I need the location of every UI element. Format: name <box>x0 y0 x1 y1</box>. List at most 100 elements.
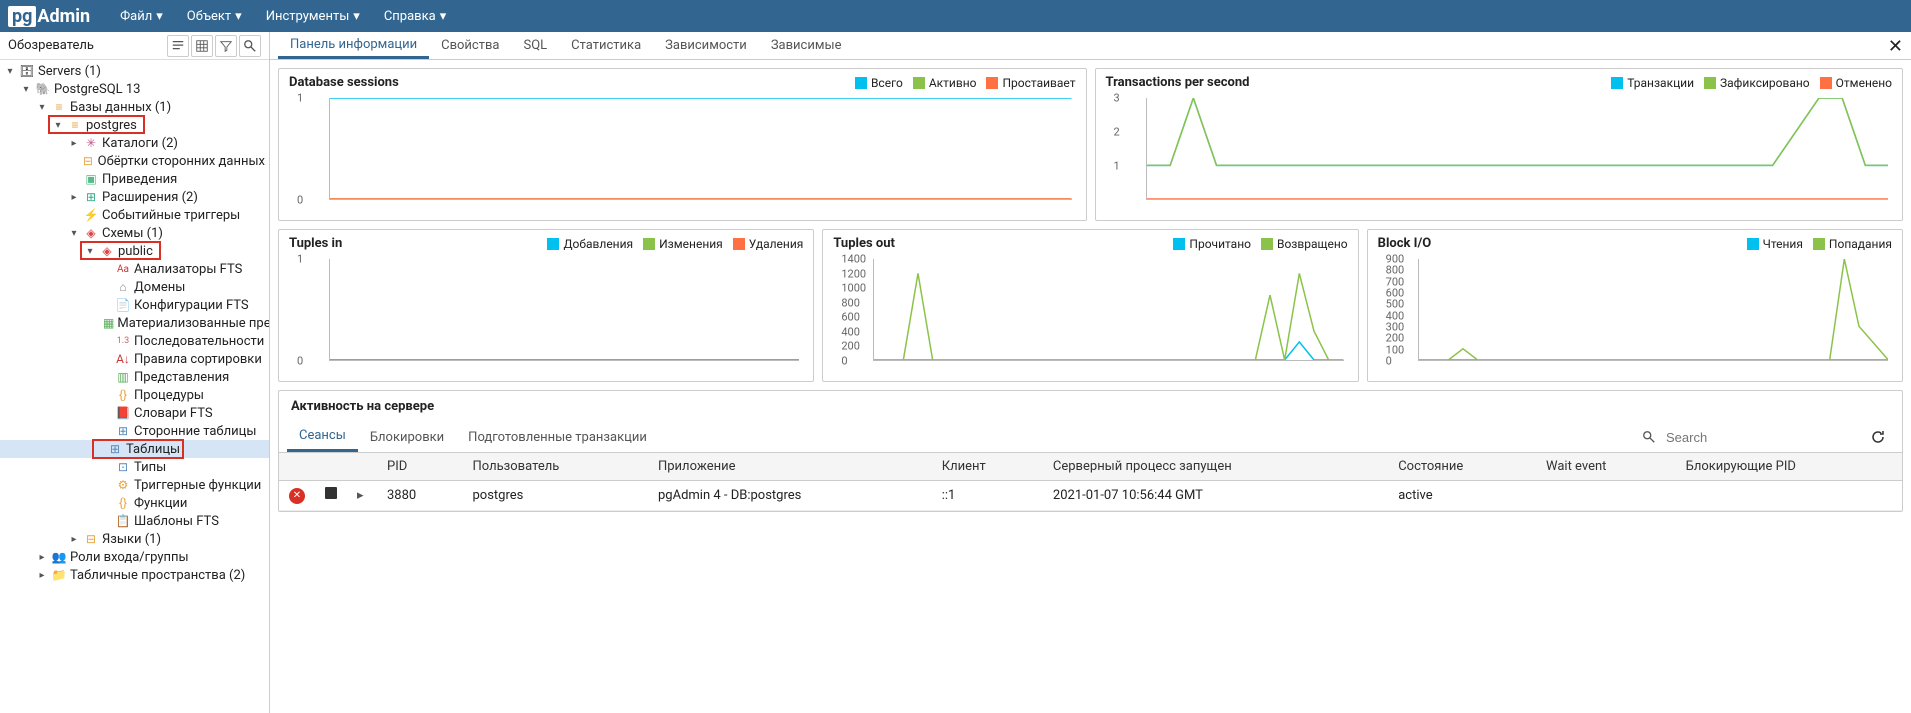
terminate-session-icon[interactable] <box>325 487 337 499</box>
activity-tab-prepared[interactable]: Подготовленные транзакции <box>456 424 659 451</box>
tree-mat-views[interactable]: ▦Материализованные предста <box>0 314 269 332</box>
legend-label: Чтения <box>1763 237 1803 251</box>
browser-sidebar: Обозреватель ▾🗄Servers (1) ▾🐘PostgreSQL … <box>0 32 270 713</box>
tree-databases[interactable]: ▾≡Базы данных (1) <box>0 98 269 116</box>
search-button[interactable] <box>239 35 261 57</box>
menu-file[interactable]: Файл▾ <box>110 3 173 30</box>
tree-schemas[interactable]: ▾◈Схемы (1) <box>0 224 269 242</box>
y-tick: 200 <box>841 340 860 353</box>
legend-item[interactable]: Чтения <box>1747 237 1803 251</box>
legend-item[interactable]: Попадания <box>1813 237 1892 251</box>
highlight-tables: ⊞Таблицы <box>92 439 184 459</box>
legend-label: Возвращено <box>1277 237 1348 251</box>
tree-fts-templates[interactable]: 📋Шаблоны FTS <box>0 512 269 530</box>
legend-item[interactable]: Активно <box>913 76 977 90</box>
y-tick: 900 <box>1386 253 1405 266</box>
refresh-icon[interactable] <box>1870 429 1886 445</box>
panel-title: Database sessions <box>289 75 399 90</box>
legend-item[interactable]: Удаления <box>733 237 804 251</box>
tree-collations[interactable]: A↓Правила сортировки <box>0 350 269 368</box>
tree-foreign-wrappers[interactable]: ⊟Обёртки сторонних данных <box>0 152 269 170</box>
legend-swatch <box>855 77 867 89</box>
activity-tab-locks[interactable]: Блокировки <box>358 424 456 451</box>
cell-user: postgres <box>463 481 648 511</box>
panel-tuples-out: Tuples out ПрочитаноВозвращено 020040060… <box>822 229 1358 382</box>
chart-tps: 123 <box>1106 94 1893 214</box>
tree-tablespaces[interactable]: ▸📁Табличные пространства (2) <box>0 566 269 584</box>
chevron-down-icon: ▾ <box>440 9 447 24</box>
tree-functions[interactable]: {}Функции <box>0 494 269 512</box>
tree-db-postgres[interactable]: ▾≡postgres <box>52 116 141 134</box>
tab-properties[interactable]: Свойства <box>429 33 511 58</box>
tree-server-pg13[interactable]: ▾🐘PostgreSQL 13 <box>0 80 269 98</box>
tab-dependents[interactable]: Зависимые <box>759 33 854 58</box>
cell-blocking <box>1676 481 1902 511</box>
dashboard-tabs: Панель информации Свойства SQL Статистик… <box>270 32 1911 60</box>
tree-fts-dict[interactable]: 📕Словари FTS <box>0 404 269 422</box>
expand-row-icon[interactable]: ▸ <box>357 488 364 503</box>
tree-schema-public[interactable]: ▾◈public <box>84 242 157 260</box>
legend-item[interactable]: Транзакции <box>1611 76 1694 90</box>
sidebar-header: Обозреватель <box>0 32 269 60</box>
query-tool-button[interactable] <box>167 35 189 57</box>
tree-event-triggers[interactable]: ⚡Событийные триггеры <box>0 206 269 224</box>
legend-swatch <box>1611 77 1623 89</box>
tree-fts-parsers[interactable]: AaАнализаторы FTS <box>0 260 269 278</box>
legend-item[interactable]: Изменения <box>643 237 723 251</box>
tab-dashboard[interactable]: Панель информации <box>278 32 429 59</box>
activity-search-input[interactable] <box>1662 426 1862 449</box>
legend-swatch <box>1747 238 1759 250</box>
view-data-button[interactable] <box>191 35 213 57</box>
tree-catalogs[interactable]: ▸✳Каталоги (2) <box>0 134 269 152</box>
legend-label: Активно <box>929 76 977 90</box>
menu-help[interactable]: Справка▾ <box>374 3 456 30</box>
tree-casts[interactable]: ▣Приведения <box>0 170 269 188</box>
legend-item[interactable]: Простаивает <box>986 76 1075 90</box>
fts-config-icon: 📄 <box>115 297 131 313</box>
tree-procedures[interactable]: {}Процедуры <box>0 386 269 404</box>
tab-statistics[interactable]: Статистика <box>559 33 653 58</box>
cell-app: pgAdmin 4 - DB:postgres <box>648 481 932 511</box>
legend-item[interactable]: Возвращено <box>1261 237 1348 251</box>
tree-fts-configs[interactable]: 📄Конфигурации FTS <box>0 296 269 314</box>
activity-tab-sessions[interactable]: Сеансы <box>287 422 358 452</box>
tab-sql[interactable]: SQL <box>511 33 559 58</box>
tree-trigger-funcs[interactable]: ⚙Триггерные функции <box>0 476 269 494</box>
legend-label: Зафиксировано <box>1720 76 1810 90</box>
filter-button[interactable] <box>215 35 237 57</box>
activity-search <box>1642 426 1862 449</box>
chart-db-sessions: 01 <box>289 94 1076 214</box>
y-tick: 800 <box>1386 264 1405 277</box>
legend-item[interactable]: Зафиксировано <box>1704 76 1810 90</box>
legend-swatch <box>1261 238 1273 250</box>
extension-icon: ⊞ <box>83 189 99 205</box>
legend-swatch <box>547 238 559 250</box>
close-icon[interactable]: ✕ <box>1888 36 1903 57</box>
chevron-down-icon: ▾ <box>353 9 360 24</box>
cancel-session-icon[interactable]: ✕ <box>289 488 305 504</box>
legend-item[interactable]: Добавления <box>547 237 633 251</box>
tree-login-roles[interactable]: ▸👥Роли входа/группы <box>0 548 269 566</box>
tree-views[interactable]: ▥Представления <box>0 368 269 386</box>
tree-tables[interactable]: ⊞Таблицы <box>0 440 269 458</box>
session-row[interactable]: ✕ ▸ 3880 postgres pgAdmin 4 - DB:postgre… <box>279 481 1902 511</box>
content-area: Панель информации Свойства SQL Статистик… <box>270 32 1911 713</box>
y-tick: 300 <box>1386 321 1405 334</box>
legend-item[interactable]: Отменено <box>1820 76 1892 90</box>
legend-item[interactable]: Прочитано <box>1173 237 1251 251</box>
object-tree[interactable]: ▾🗄Servers (1) ▾🐘PostgreSQL 13 ▾≡Базы дан… <box>0 60 269 713</box>
tab-dependencies[interactable]: Зависимости <box>653 33 759 58</box>
menu-object[interactable]: Объект▾ <box>177 3 252 30</box>
tree-languages[interactable]: ▸⊟Языки (1) <box>0 530 269 548</box>
view-icon: ▥ <box>115 369 131 385</box>
tree-extensions[interactable]: ▸⊞Расширения (2) <box>0 188 269 206</box>
legend-item[interactable]: Всего <box>855 76 903 90</box>
tree-foreign-tables[interactable]: ⊞Сторонние таблицы <box>0 422 269 440</box>
tree-sequences[interactable]: 1.3Последовательности <box>0 332 269 350</box>
menu-tools[interactable]: Инструменты▾ <box>256 3 370 30</box>
tree-domains[interactable]: ⌂Домены <box>0 278 269 296</box>
legend: Всего Активно Простаивает <box>855 76 1076 90</box>
tree-types[interactable]: ⊡Типы <box>0 458 269 476</box>
function-icon: {} <box>115 495 131 511</box>
tree-servers[interactable]: ▾🗄Servers (1) <box>0 62 269 80</box>
